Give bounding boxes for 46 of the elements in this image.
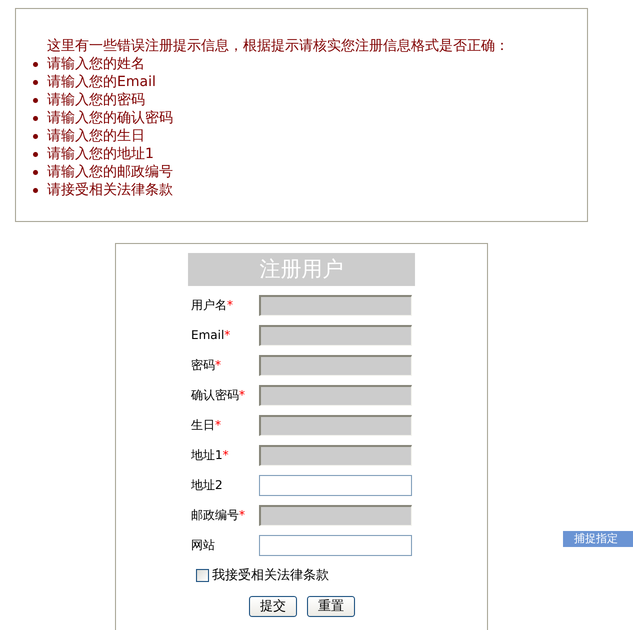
required-mark: *: [239, 507, 245, 524]
field-label: 地址2: [190, 477, 224, 494]
required-mark: *: [239, 387, 245, 404]
input-field[interactable]: [259, 534, 412, 556]
bullet-icon: [33, 62, 38, 67]
field-label: 确认密码: [191, 387, 239, 404]
required-mark: *: [227, 297, 233, 314]
field-label: Email: [191, 327, 224, 344]
field-label: 地址1: [191, 447, 223, 464]
bullet-icon: [33, 170, 38, 175]
field-label: 邮政编号: [191, 507, 239, 524]
form-button[interactable]: 提交: [249, 596, 297, 616]
bullet-icon: [33, 116, 38, 121]
required-mark: *: [224, 327, 230, 344]
error-message: 请输入您的确认密码: [47, 109, 173, 127]
bullet-icon: [33, 188, 38, 193]
input-field[interactable]: [259, 354, 412, 376]
error-message: 请输入您的姓名: [47, 55, 145, 73]
input-field[interactable]: [259, 504, 412, 526]
input-field[interactable]: [259, 324, 412, 346]
error-message: 请输入您的Email: [47, 73, 156, 91]
error-message: 请输入您的地址1: [47, 145, 154, 163]
field-label: 用户名: [191, 297, 227, 314]
agree-label: 我接受相关法律条款: [212, 567, 329, 585]
form-button[interactable]: 重置: [307, 596, 355, 616]
agree-checkbox[interactable]: [196, 569, 209, 582]
error-intro: 这里有一些错误注册提示信息，根据提示请核实您注册信息格式是否正确：: [47, 37, 509, 55]
input-field[interactable]: [259, 444, 412, 466]
required-mark: *: [222, 447, 229, 464]
bullet-icon: [33, 134, 38, 139]
field-label: 网站: [190, 537, 216, 554]
bullet-icon: [33, 98, 38, 103]
input-field[interactable]: [259, 474, 412, 496]
required-mark: *: [215, 417, 221, 434]
error-message: 请输入您的密码: [47, 91, 145, 109]
field-label: 生日: [191, 417, 215, 434]
field-label: 密码: [191, 357, 215, 374]
required-mark: *: [215, 357, 221, 374]
bullet-icon: [33, 152, 38, 157]
input-field[interactable]: [259, 414, 412, 436]
input-field[interactable]: [259, 384, 412, 406]
error-message: 请接受相关法律条款: [47, 181, 173, 199]
bullet-icon: [33, 80, 38, 85]
error-message: 请输入您的邮政编号: [47, 163, 173, 181]
error-message: 请输入您的生日: [47, 127, 145, 145]
input-field[interactable]: [259, 294, 412, 316]
